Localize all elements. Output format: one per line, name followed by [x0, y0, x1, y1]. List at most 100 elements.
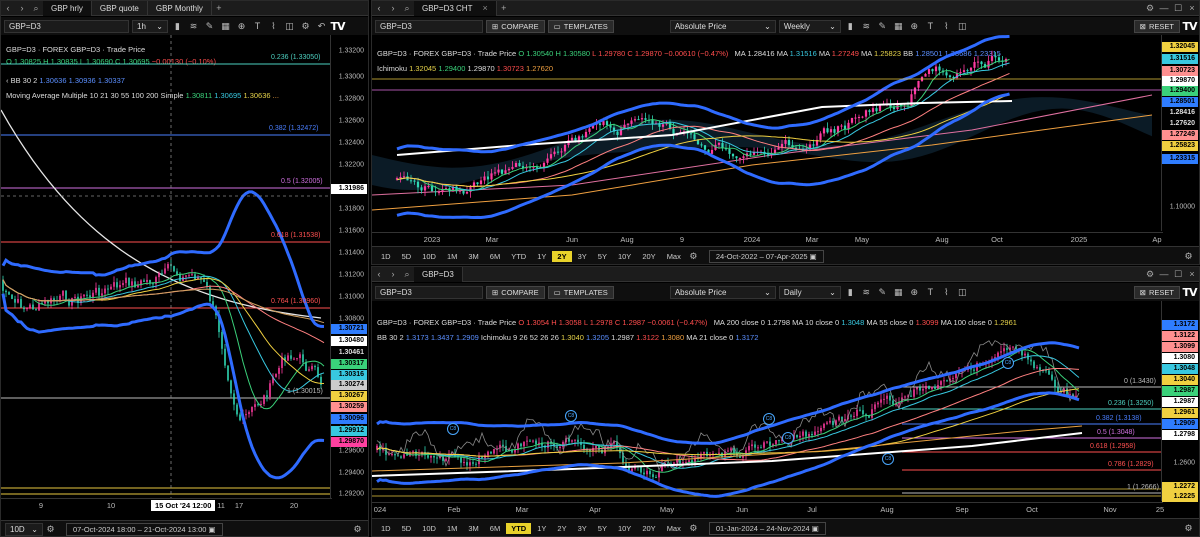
- settings-icon[interactable]: ⚙: [1143, 267, 1157, 282]
- camera-icon[interactable]: ◫: [956, 286, 969, 299]
- tab-gbp-d3-cht[interactable]: GBP=D3 CHT ×: [414, 1, 497, 16]
- range-button-ytd[interactable]: YTD: [506, 251, 531, 262]
- event-badge[interactable]: C8: [782, 432, 794, 444]
- rbot-price-axis[interactable]: 1.3172 1.3122 1.3099 1.3080 1.3048 1.3040 1.29…: [1161, 301, 1199, 502]
- range-button-ytd[interactable]: YTD: [506, 522, 532, 534]
- range-button-3m[interactable]: 3M: [463, 251, 483, 262]
- indicators-icon[interactable]: ≋: [860, 20, 873, 33]
- range-button-2y[interactable]: 2Y: [552, 523, 571, 534]
- close-icon[interactable]: ×: [1185, 267, 1199, 282]
- range-button-1d[interactable]: 1D: [376, 523, 396, 534]
- indicators-icon[interactable]: ≋: [187, 20, 200, 33]
- settings-icon[interactable]: ⚙: [351, 523, 364, 536]
- forward-icon[interactable]: ›: [386, 1, 400, 16]
- text-icon[interactable]: T: [924, 286, 937, 299]
- symbol-input[interactable]: GBP=D3: [4, 19, 129, 33]
- interval-select[interactable]: Weekly ⌄: [778, 19, 841, 33]
- daily-price-chart[interactable]: [372, 301, 1163, 501]
- range-button-10d[interactable]: 10D: [417, 251, 441, 262]
- indicators-icon[interactable]: ≋: [860, 286, 873, 299]
- add-tab-icon[interactable]: +: [497, 1, 511, 16]
- text-icon[interactable]: T: [251, 20, 264, 33]
- brush-icon[interactable]: ⌇: [940, 286, 953, 299]
- text-icon[interactable]: T: [924, 20, 937, 33]
- range-button-10y[interactable]: 10Y: [613, 251, 636, 262]
- search-icon[interactable]: ⌕: [29, 1, 43, 16]
- minimize-icon[interactable]: —: [1157, 1, 1171, 16]
- range-button-3m[interactable]: 3M: [463, 523, 483, 534]
- symbol-input[interactable]: GBP=D3: [375, 285, 483, 299]
- event-badge[interactable]: C8: [565, 410, 577, 422]
- bar-chart-icon[interactable]: ▮: [844, 20, 857, 33]
- add-tab-icon[interactable]: +: [212, 1, 226, 16]
- compare-button[interactable]: ⊞ COMPARE: [486, 19, 545, 33]
- grid-icon[interactable]: ▦: [892, 286, 905, 299]
- tab-gbp-d3[interactable]: GBP=D3: [414, 267, 463, 282]
- maximize-icon[interactable]: ☐: [1171, 267, 1185, 282]
- range-button-3y[interactable]: 3Y: [573, 523, 592, 534]
- range-button-5d[interactable]: 5D: [397, 251, 417, 262]
- range-button-5y[interactable]: 5Y: [593, 523, 612, 534]
- event-badge[interactable]: C8: [882, 453, 894, 465]
- templates-button[interactable]: ▭ TEMPLATES: [547, 19, 614, 33]
- range-select[interactable]: 10D ⌄: [5, 523, 43, 536]
- range-button-1y[interactable]: 1Y: [532, 523, 551, 534]
- crosshair-icon[interactable]: ⊕: [908, 286, 921, 299]
- grid-icon[interactable]: ▦: [892, 20, 905, 33]
- date-range-field[interactable]: 24-Oct-2022 – 07-Apr-2025 ▣: [708, 249, 824, 263]
- price-mode-select[interactable]: Absolute Price ⌄: [669, 19, 776, 33]
- range-button-1m[interactable]: 1M: [442, 523, 462, 534]
- range-button-5d[interactable]: 5D: [397, 523, 417, 534]
- draw-icon[interactable]: ✎: [876, 20, 889, 33]
- weekly-price-chart[interactable]: [372, 35, 1163, 231]
- left-price-axis[interactable]: 1.33200 1.33000 1.32800 1.32600 1.32400 1.322…: [330, 35, 368, 498]
- crosshair-icon[interactable]: ⊕: [235, 20, 248, 33]
- rtop-price-axis[interactable]: 1.32045 1.31516 1.30723 1.29870 1.29400 1.285…: [1161, 35, 1199, 231]
- date-range-field[interactable]: 01-Jan-2024 – 24-Nov-2024 ▣: [708, 521, 826, 535]
- range-button-6m[interactable]: 6M: [485, 251, 505, 262]
- search-icon[interactable]: ⌕: [400, 267, 414, 282]
- price-mode-select[interactable]: Absolute Price ⌄: [669, 285, 776, 299]
- bar-chart-icon[interactable]: ▮: [844, 286, 857, 299]
- close-icon[interactable]: ×: [482, 3, 487, 13]
- draw-icon[interactable]: ✎: [203, 20, 216, 33]
- tab-gbp-hrly[interactable]: GBP hrly: [43, 1, 92, 16]
- forward-icon[interactable]: ›: [386, 267, 400, 282]
- maximize-icon[interactable]: ☐: [1171, 1, 1185, 16]
- brush-icon[interactable]: ⌇: [940, 20, 953, 33]
- range-button-1y[interactable]: 1Y: [532, 251, 551, 262]
- forward-icon[interactable]: ›: [15, 1, 29, 16]
- range-button-6m[interactable]: 6M: [485, 523, 505, 534]
- settings-icon[interactable]: ⚙: [687, 250, 700, 263]
- undo-icon[interactable]: ↶: [315, 20, 328, 33]
- settings-icon[interactable]: ⚙: [1143, 1, 1157, 16]
- draw-icon[interactable]: ✎: [876, 286, 889, 299]
- settings-icon[interactable]: ⚙: [299, 20, 312, 33]
- back-icon[interactable]: ‹: [372, 267, 386, 282]
- symbol-input[interactable]: GBP=D3: [375, 19, 483, 33]
- left-price-chart[interactable]: [1, 35, 332, 498]
- compare-button[interactable]: ⊞ COMPARE: [486, 285, 545, 299]
- settings-icon[interactable]: ⚙: [687, 522, 700, 535]
- back-icon[interactable]: ‹: [1, 1, 15, 16]
- grid-icon[interactable]: ▦: [219, 20, 232, 33]
- search-icon[interactable]: ⌕: [400, 1, 414, 16]
- interval-select[interactable]: Daily ⌄: [778, 285, 841, 299]
- back-icon[interactable]: ‹: [372, 1, 386, 16]
- range-button-10y[interactable]: 10Y: [613, 523, 636, 534]
- range-button-3y[interactable]: 3Y: [573, 251, 592, 262]
- settings-icon[interactable]: ⚙: [44, 523, 57, 536]
- range-button-1d[interactable]: 1D: [376, 251, 396, 262]
- templates-button[interactable]: ▭ TEMPLATES: [547, 285, 614, 299]
- range-button-10d[interactable]: 10D: [417, 523, 441, 534]
- range-button-max[interactable]: Max: [662, 251, 686, 262]
- camera-icon[interactable]: ◫: [283, 20, 296, 33]
- bar-chart-icon[interactable]: ▮: [171, 20, 184, 33]
- event-badge[interactable]: C8: [1002, 357, 1014, 369]
- range-button-2y[interactable]: 2Y: [552, 250, 572, 262]
- range-button-1m[interactable]: 1M: [442, 251, 462, 262]
- brush-icon[interactable]: ⌇: [267, 20, 280, 33]
- range-button-max[interactable]: Max: [662, 523, 686, 534]
- reset-button[interactable]: ⊠ RESET: [1133, 19, 1180, 33]
- range-button-20y[interactable]: 20Y: [637, 251, 660, 262]
